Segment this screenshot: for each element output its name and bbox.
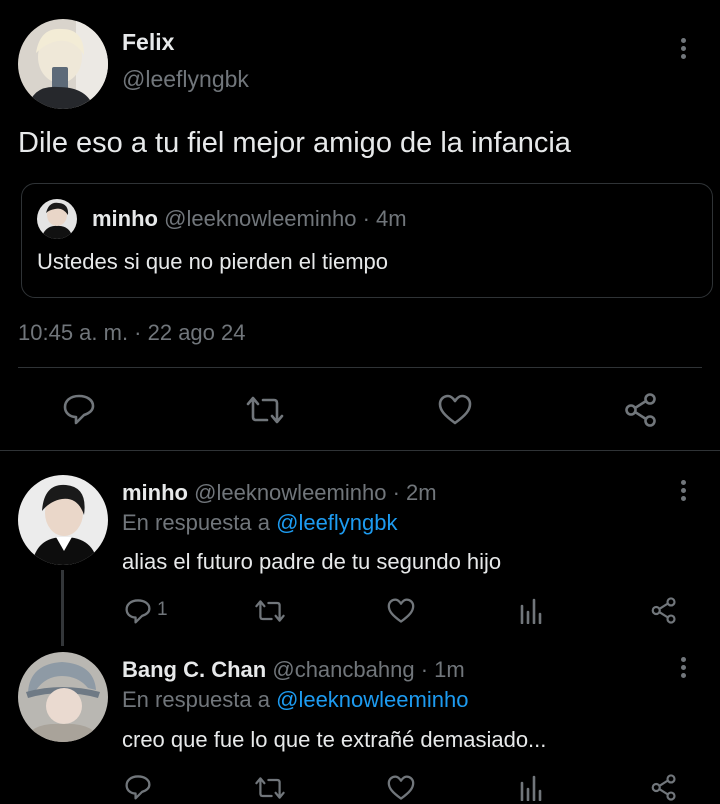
reply-author-line: minho @leeknowleeminho · 2m bbox=[122, 480, 437, 506]
section-divider bbox=[0, 450, 720, 451]
thread-line bbox=[61, 570, 64, 646]
reply-text: alias el futuro padre de tu segundo hijo bbox=[122, 549, 502, 574]
views-icon[interactable] bbox=[519, 775, 543, 801]
minho-avatar[interactable] bbox=[18, 475, 108, 565]
tweet-text: Dile eso a tu fiel mejor amigo de la inf… bbox=[18, 127, 571, 159]
share-icon[interactable] bbox=[650, 774, 678, 801]
reply-author-name[interactable]: Bang C. Chan bbox=[122, 657, 266, 682]
reply-author-name[interactable]: minho bbox=[122, 480, 188, 505]
reply-author-line: Bang C. Chan @chancbahng · 1m bbox=[122, 657, 465, 683]
retweet-icon[interactable] bbox=[254, 599, 286, 623]
author-handle[interactable]: @leeflyngbk bbox=[122, 66, 249, 93]
quote-author-name: minho bbox=[92, 206, 158, 231]
more-options-icon[interactable] bbox=[673, 35, 693, 65]
divider bbox=[18, 367, 702, 368]
quote-text: Ustedes si que no pierden el tiempo bbox=[37, 249, 388, 274]
replying-to-link[interactable]: @leeknowleeminho bbox=[276, 687, 468, 712]
reply-icon[interactable] bbox=[124, 598, 152, 624]
like-icon[interactable] bbox=[387, 598, 415, 624]
reply-author-handle[interactable]: @chancbahng · 1m bbox=[272, 657, 464, 682]
reply-count: 1 bbox=[157, 599, 168, 620]
share-icon[interactable] bbox=[650, 597, 678, 624]
retweet-icon[interactable] bbox=[254, 776, 286, 800]
chan-avatar[interactable] bbox=[18, 652, 108, 742]
quote-author-line: minho @leeknowleeminho · 4m bbox=[92, 206, 407, 232]
replying-to-link[interactable]: @leeflyngbk bbox=[276, 510, 397, 535]
reply-icon[interactable] bbox=[62, 393, 96, 425]
minho-quote-avatar bbox=[37, 199, 77, 239]
more-options-icon[interactable] bbox=[673, 477, 693, 507]
reply-icon[interactable] bbox=[124, 774, 152, 800]
felix-avatar[interactable] bbox=[18, 19, 108, 109]
quoted-tweet[interactable]: minho @leeknowleeminho · 4m Ustedes si q… bbox=[21, 183, 713, 298]
views-icon[interactable] bbox=[519, 598, 543, 624]
quote-author-handle: @leeknowleeminho · 4m bbox=[164, 206, 407, 231]
like-icon[interactable] bbox=[387, 775, 415, 801]
replying-to-line: En respuesta a @leeflyngbk bbox=[122, 510, 398, 536]
replying-to-line: En respuesta a @leeknowleeminho bbox=[122, 687, 468, 713]
retweet-icon[interactable] bbox=[245, 395, 285, 425]
more-options-icon[interactable] bbox=[673, 654, 693, 684]
reply-text: creo que fue lo que te extrañé demasiado… bbox=[122, 727, 547, 752]
replying-prefix: En respuesta a bbox=[122, 687, 270, 712]
tweet-timestamp[interactable]: 10:45 a. m. · 22 ago 24 bbox=[18, 320, 246, 346]
reply-author-handle[interactable]: @leeknowleeminho · 2m bbox=[194, 480, 436, 505]
like-icon[interactable] bbox=[438, 394, 472, 426]
replying-prefix: En respuesta a bbox=[122, 510, 270, 535]
author-name[interactable]: Felix bbox=[122, 29, 174, 56]
share-icon[interactable] bbox=[623, 393, 659, 427]
